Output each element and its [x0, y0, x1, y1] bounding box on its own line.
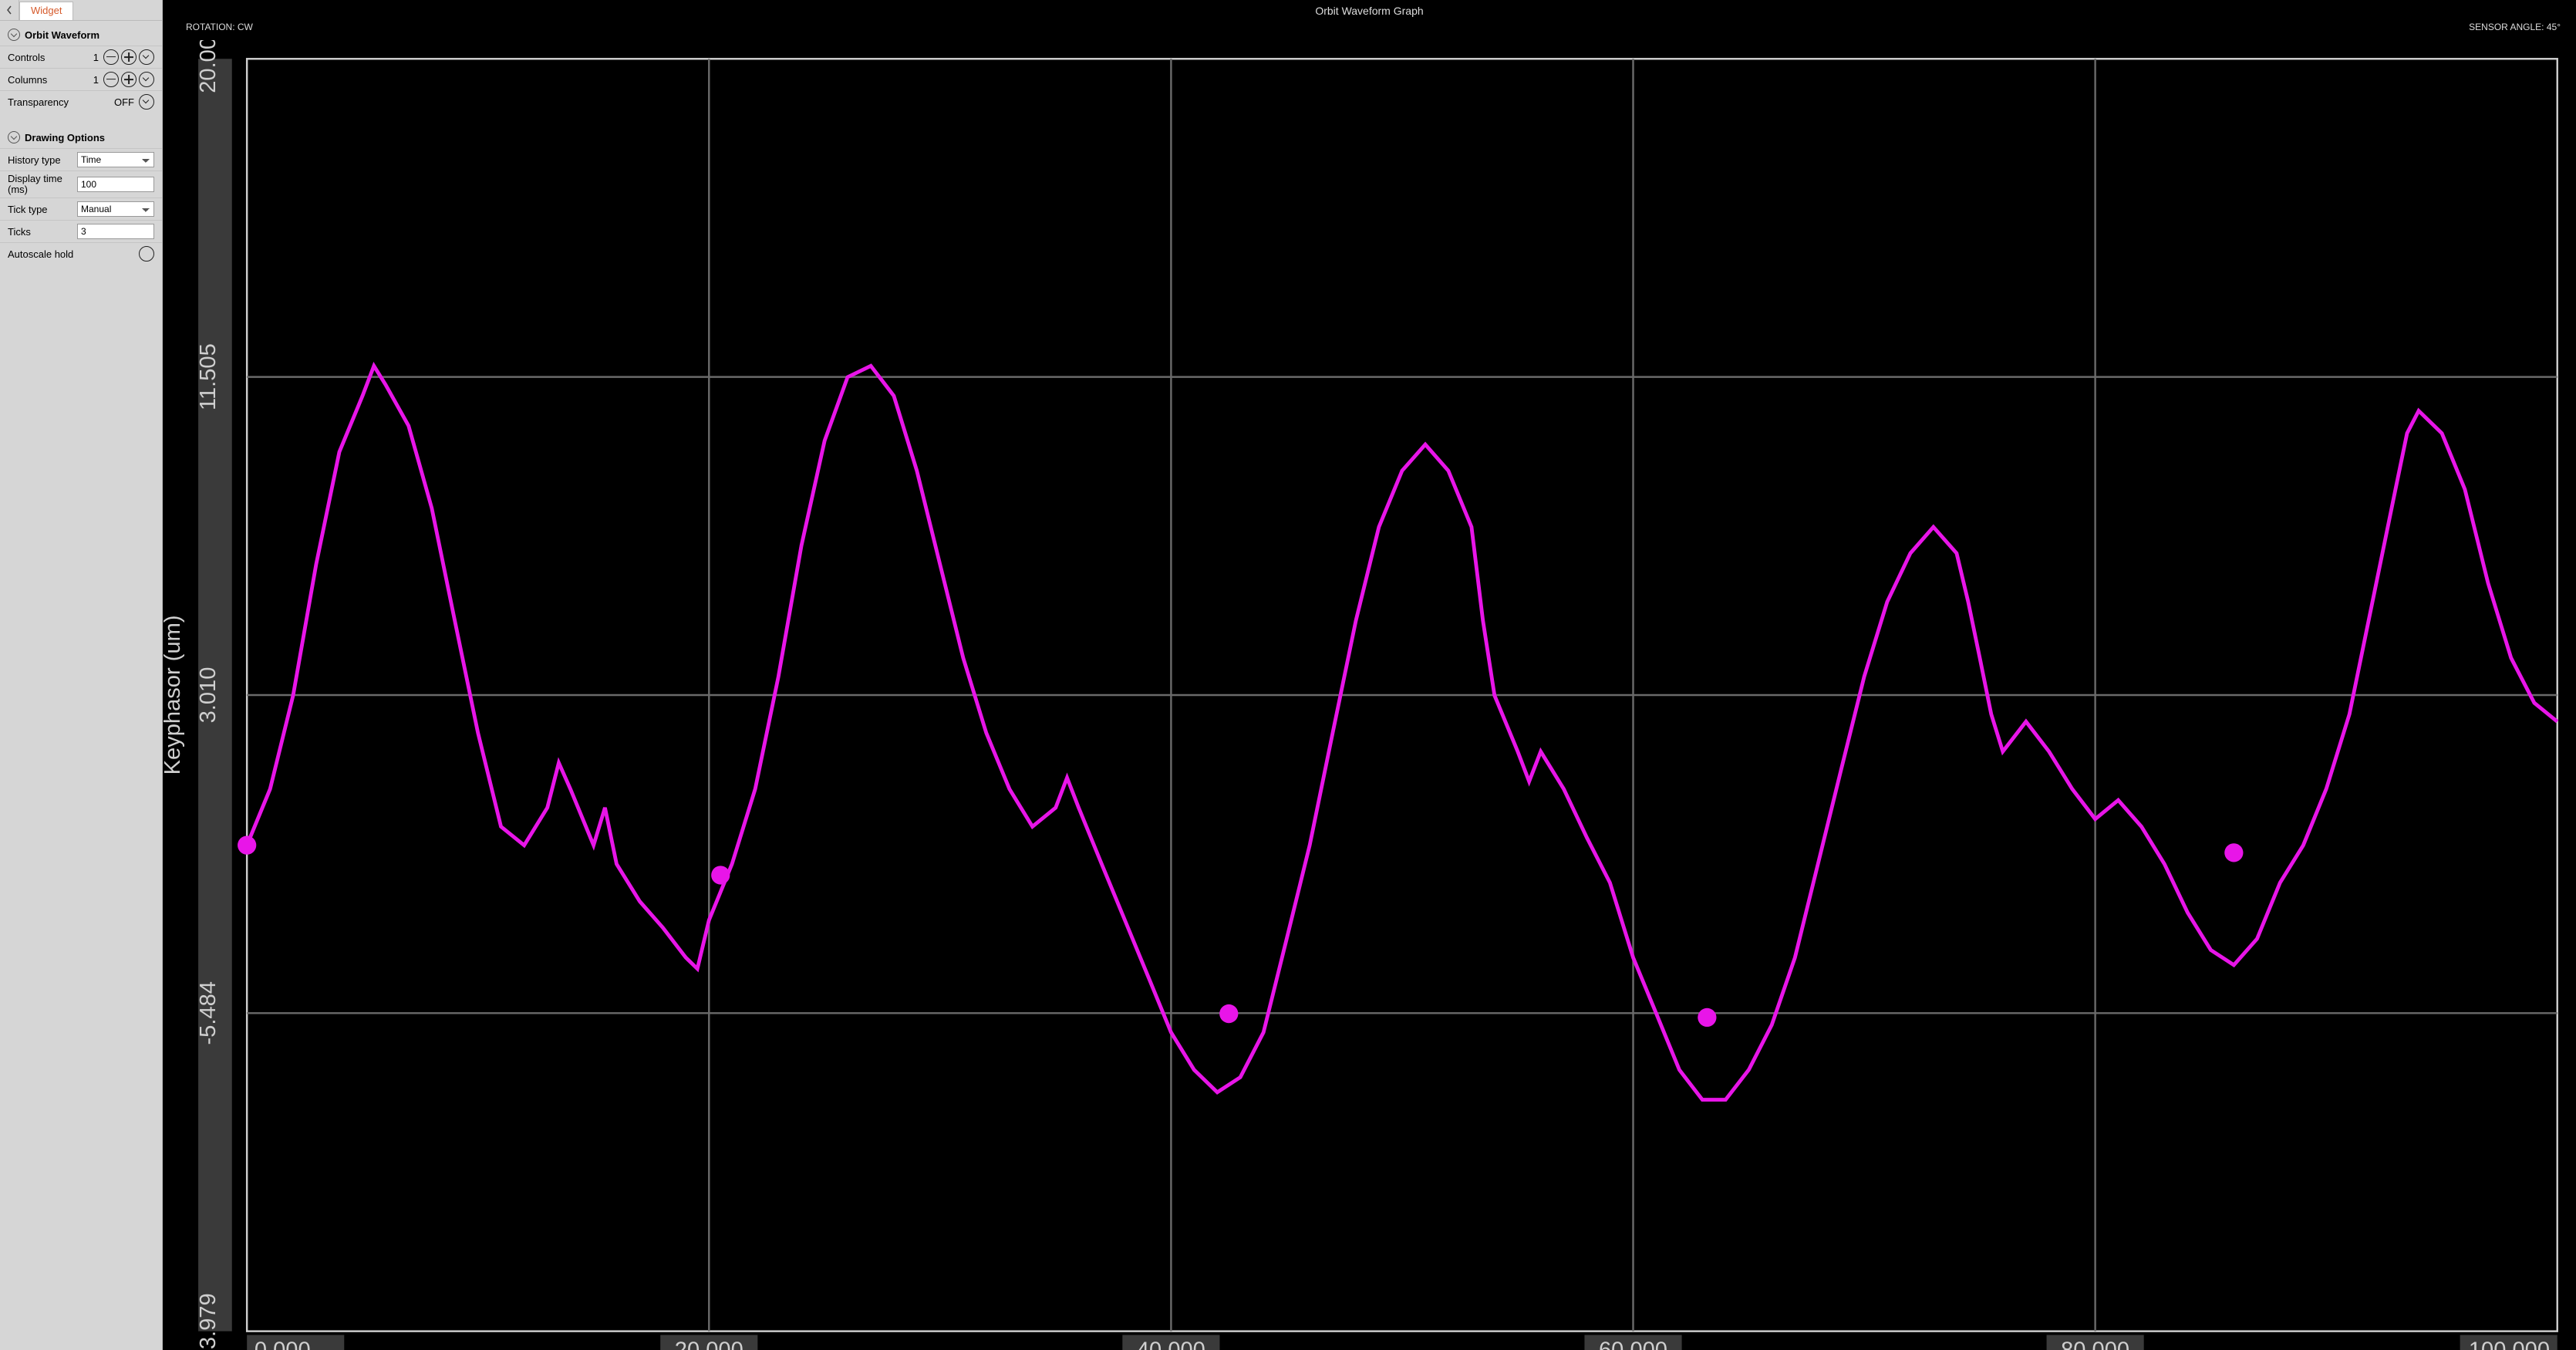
tab-bar: Widget: [0, 0, 162, 21]
display-time-input[interactable]: [77, 177, 154, 192]
controls-label: Controls: [8, 52, 85, 63]
controls-decrement-button[interactable]: [103, 49, 119, 65]
columns-decrement-button[interactable]: [103, 72, 119, 87]
y-tick-label: 3.010: [196, 667, 221, 724]
transparency-label: Transparency: [8, 96, 111, 108]
autoscale-hold-toggle[interactable]: [139, 246, 154, 262]
app-root: Widget Orbit Waveform Controls 1 Columns…: [0, 0, 2576, 1350]
x-tick-label: 80.000: [2061, 1338, 2129, 1350]
columns-label: Columns: [8, 74, 85, 86]
x-tick-label: 40.000: [1137, 1338, 1205, 1350]
controls-dropdown-button[interactable]: [139, 49, 154, 65]
x-tick-label: 100.000: [2469, 1338, 2550, 1350]
section-title: Drawing Options: [25, 132, 105, 143]
columns-value: 1: [85, 74, 99, 86]
keyphasor-marker: [2224, 843, 2243, 862]
x-tick-label: 0.000: [255, 1338, 311, 1350]
back-button[interactable]: [0, 0, 19, 20]
chart-panel: Orbit Waveform Graph ROTATION: CW SENSOR…: [163, 0, 2576, 1350]
tab-widget[interactable]: Widget: [19, 2, 73, 20]
collapse-icon: [8, 131, 20, 143]
controls-increment-button[interactable]: [121, 49, 137, 65]
y-tick-label: 11.505: [196, 343, 221, 410]
waveform-trace: [247, 366, 2557, 1099]
columns-increment-button[interactable]: [121, 72, 137, 87]
keyphasor-marker: [711, 866, 730, 884]
y-tick-label: -13.979: [196, 1293, 221, 1350]
y-tick-label: 20.000: [196, 40, 221, 93]
keyphasor-marker: [1698, 1008, 1716, 1027]
transparency-dropdown-button[interactable]: [139, 94, 154, 110]
row-ticks: Ticks: [0, 220, 162, 242]
keyphasor-marker: [238, 836, 256, 855]
x-tick-label: 60.000: [1599, 1338, 1667, 1350]
tick-type-label: Tick type: [8, 204, 77, 215]
waveform-chart[interactable]: 0.000 20.000 40.000 60.000 80.000 100.000 -13.…: [163, 40, 2576, 1350]
controls-value: 1: [85, 52, 99, 63]
row-columns: Columns 1: [0, 68, 162, 90]
collapse-icon: [8, 29, 20, 41]
section-drawing-options-header[interactable]: Drawing Options: [0, 123, 162, 148]
section-orbit-waveform-header[interactable]: Orbit Waveform: [0, 21, 162, 46]
ticks-label: Ticks: [8, 226, 77, 238]
row-tick-type: Tick type Manual: [0, 197, 162, 220]
columns-dropdown-button[interactable]: [139, 72, 154, 87]
chart-title: Orbit Waveform Graph: [163, 0, 2576, 19]
row-history-type: History type Time: [0, 148, 162, 170]
section-title: Orbit Waveform: [25, 29, 99, 41]
display-time-label: Display time (ms): [8, 174, 77, 196]
history-type-select[interactable]: Time: [77, 152, 154, 167]
rotation-text: ROTATION: CW: [186, 22, 253, 32]
sidebar: Widget Orbit Waveform Controls 1 Columns…: [0, 0, 163, 1350]
row-display-time: Display time (ms): [0, 170, 162, 197]
row-transparency: Transparency OFF: [0, 90, 162, 113]
keyphasor-marker: [1219, 1004, 1238, 1023]
x-tick-label: 20.000: [675, 1338, 743, 1350]
tick-type-select[interactable]: Manual: [77, 201, 154, 217]
y-axis-label: Keyphasor (um): [163, 615, 185, 775]
chevron-left-icon: [6, 5, 12, 15]
history-type-label: History type: [8, 154, 77, 166]
chart-info-row: ROTATION: CW SENSOR ANGLE: 45°: [163, 19, 2576, 40]
row-autoscale-hold: Autoscale hold: [0, 242, 162, 265]
row-controls: Controls 1: [0, 46, 162, 68]
chart-body[interactable]: 0.000 20.000 40.000 60.000 80.000 100.000 -13.…: [163, 40, 2576, 1350]
transparency-value: OFF: [111, 96, 134, 108]
ticks-input[interactable]: [77, 224, 154, 239]
y-tick-label: -5.484: [196, 981, 221, 1045]
sensor-angle-text: SENSOR ANGLE: 45°: [2469, 22, 2561, 32]
autoscale-hold-label: Autoscale hold: [8, 248, 139, 260]
